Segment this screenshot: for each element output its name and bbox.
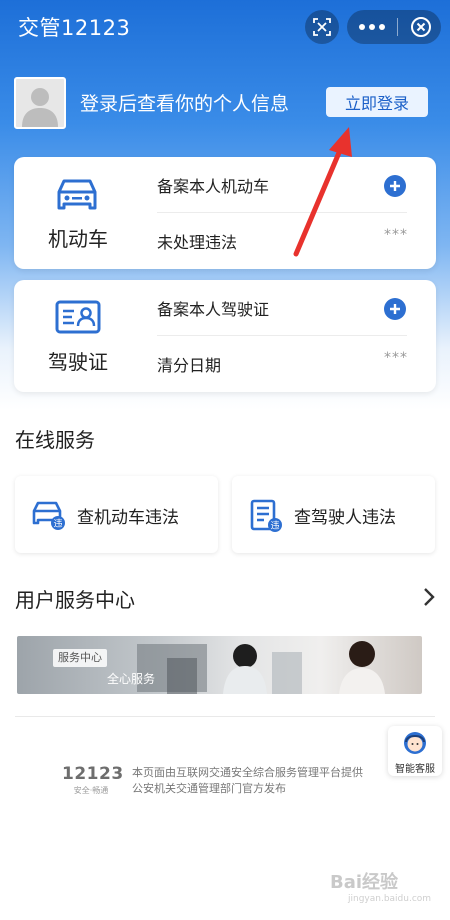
vehicle-label: 机动车 [48, 227, 108, 251]
svg-text:违: 违 [270, 521, 279, 532]
more-icon [359, 24, 385, 30]
check-driver-violations-button[interactable]: 违 查驾驶人违法 [232, 476, 435, 553]
service-label: 查驾驶人违法 [294, 508, 396, 528]
license-label: 驾驶证 [48, 350, 108, 374]
check-vehicle-violations-button[interactable]: 违 查机动车违法 [15, 476, 218, 553]
customer-service-icon [404, 732, 426, 754]
footer-line-2: 公安机关交通管理部门官方发布 [132, 782, 286, 795]
car-violation-icon: 违 [32, 501, 65, 530]
logo-slogan: 安全·畅通 [73, 786, 109, 795]
service-center-banner[interactable]: 服务中心 全心服务 [17, 636, 422, 694]
mini-program-capsule [347, 10, 441, 44]
capsule-divider [397, 18, 398, 36]
login-row: 登录后查看你的个人信息 立即登录 [14, 75, 436, 131]
service-label: 查机动车违法 [77, 508, 179, 528]
login-button[interactable]: 立即登录 [326, 87, 428, 117]
divider [15, 716, 435, 717]
close-button[interactable] [403, 10, 439, 44]
car-icon [57, 179, 97, 210]
add-vehicle-button[interactable] [384, 175, 406, 197]
user-icon [22, 88, 58, 127]
footer-text: 本页面由互联网交通安全综合服务管理平台提供 公安机关交通管理部门官方发布 [132, 765, 363, 797]
vehicle-section[interactable]: 机动车 [14, 157, 142, 269]
masked-value: *** [384, 227, 408, 243]
smart-customer-service-button[interactable]: 智能客服 [388, 726, 442, 776]
register-vehicle-row[interactable]: 备案本人机动车 [157, 157, 407, 213]
app-title: 交管12123 [18, 16, 131, 40]
scan-icon [313, 18, 331, 36]
plus-icon [390, 304, 400, 314]
close-icon [411, 17, 431, 37]
footer-logo: 12123 安全·畅通 [62, 764, 124, 796]
scan-button[interactable] [305, 10, 339, 44]
user-service-center-title[interactable]: 用户服务中心 [15, 584, 135, 613]
more-button[interactable] [347, 10, 397, 44]
license-section[interactable]: 驾驶证 [14, 280, 142, 392]
chevron-right-icon[interactable] [422, 586, 436, 608]
customer-service-label: 智能客服 [395, 764, 435, 775]
logo-number: 12123 [62, 764, 124, 784]
footer-line-1: 本页面由互联网交通安全综合服务管理平台提供 [132, 766, 363, 779]
masked-value: *** [384, 350, 408, 366]
id-card-icon [55, 300, 101, 334]
license-card: 驾驶证 备案本人驾驶证 清分日期 *** [14, 280, 436, 392]
avatar[interactable] [14, 77, 66, 129]
register-license-row[interactable]: 备案本人驾驶证 [157, 280, 407, 336]
banner-tag: 服务中心 [53, 649, 107, 667]
unhandled-violations-row[interactable]: 未处理违法 [157, 213, 407, 269]
top-bar: 交管12123 [0, 0, 450, 54]
watermark: Bai经验 [330, 872, 399, 893]
login-prompt: 登录后查看你的个人信息 [80, 93, 290, 115]
vehicle-card: 机动车 备案本人机动车 未处理违法 *** [14, 157, 436, 269]
add-license-button[interactable] [384, 298, 406, 320]
watermark-url: jingyan.baidu.com [348, 894, 432, 904]
driver-violation-icon: 违 [250, 499, 282, 532]
score-clear-date-row[interactable]: 清分日期 [157, 336, 407, 392]
banner-caption: 全心服务 [107, 672, 156, 686]
online-services-title: 在线服务 [15, 428, 95, 452]
svg-text:违: 违 [53, 519, 62, 530]
plus-icon [390, 181, 400, 191]
